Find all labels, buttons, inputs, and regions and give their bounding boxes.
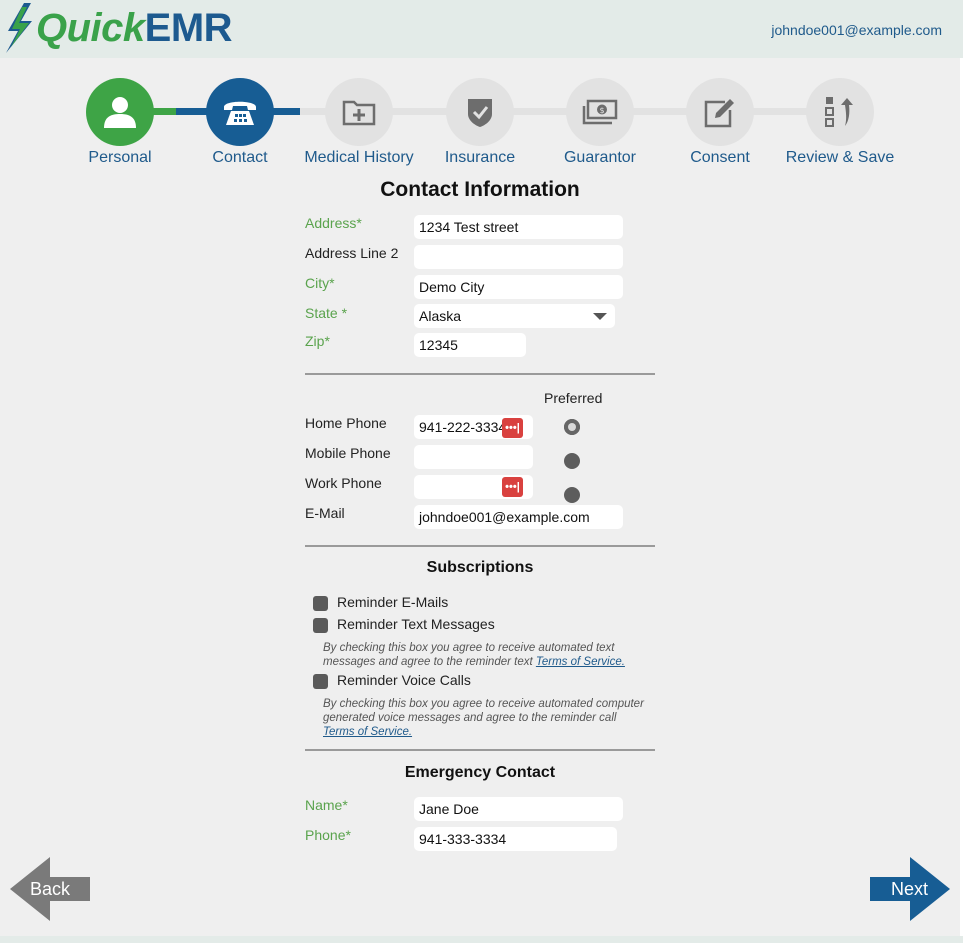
step-personal[interactable]: Personal (60, 78, 180, 167)
preferred-header: Preferred (544, 390, 603, 406)
edit-icon (704, 99, 734, 128)
app-header: Quick EMR johndoe001@example.com (0, 0, 963, 58)
back-label: Back (30, 879, 71, 899)
divider (305, 749, 655, 751)
step-review-save[interactable]: Review & Save (780, 78, 900, 167)
step-circle (325, 78, 393, 146)
svg-text:$: $ (599, 106, 604, 115)
work-phone-preferred-radio[interactable] (564, 487, 580, 503)
emergency-name-label: Name* (305, 797, 348, 813)
user-email[interactable]: johndoe001@example.com (771, 22, 942, 38)
state-label: State * (305, 305, 348, 321)
footer-strip (0, 936, 963, 943)
step-label: Consent (690, 149, 750, 166)
step-label: Review & Save (785, 149, 895, 166)
mobile-phone-label: Mobile Phone (305, 445, 391, 461)
next-button[interactable]: Next (870, 857, 950, 921)
emergency-phone-input[interactable]: 941-333-3334 (414, 827, 617, 851)
logo-emr-text: EMR (144, 6, 233, 50)
step-circle (446, 78, 514, 146)
user-icon (104, 97, 136, 128)
divider (305, 373, 655, 375)
zip-input[interactable]: 12345 (414, 333, 526, 357)
password-manager-icon[interactable]: •••| (502, 477, 523, 497)
money-icon: $ (582, 99, 618, 125)
step-circle (686, 78, 754, 146)
divider (305, 545, 655, 547)
lightning-icon (6, 3, 32, 53)
home-phone-label: Home Phone (305, 415, 387, 431)
step-label: Guarantor (563, 149, 637, 166)
reminder-voice-label: Reminder Voice Calls (337, 672, 471, 688)
quickemr-logo[interactable]: Quick EMR (4, 2, 233, 54)
step-consent[interactable]: Consent (660, 78, 780, 167)
address-line2-input[interactable] (414, 245, 623, 269)
address-input[interactable]: 1234 Test street (414, 215, 623, 239)
reminder-text-label: Reminder Text Messages (337, 616, 495, 632)
reminder-voice-checkbox[interactable] (313, 674, 328, 689)
step-guarantor[interactable]: $ Guarantor (540, 78, 660, 167)
shield-check-icon (468, 99, 492, 127)
step-contact[interactable]: Contact (180, 78, 300, 167)
emergency-name-input[interactable]: Jane Doe (414, 797, 623, 821)
back-button[interactable]: Back (10, 857, 90, 921)
step-label: Insurance (444, 149, 516, 166)
chevron-down-icon (593, 313, 607, 320)
voice-terms-link[interactable]: Terms of Service. (323, 726, 412, 738)
voice-terms-text: By checking this box you agree to receiv… (323, 698, 644, 724)
emergency-contact-title: Emergency Contact (404, 764, 556, 781)
text-terms-link[interactable]: Terms of Service. (536, 656, 625, 668)
logo-quick-text: Quick (36, 6, 145, 50)
state-select[interactable]: Alaska (414, 304, 615, 328)
step-label: Personal (88, 149, 152, 166)
zip-label: Zip* (305, 333, 330, 349)
email-label: E-Mail (305, 505, 345, 521)
city-input[interactable]: Demo City (414, 275, 623, 299)
step-label: Contact (212, 149, 268, 166)
address-line2-label: Address Line 2 (305, 245, 399, 261)
step-circle (806, 78, 874, 146)
mobile-phone-input[interactable] (414, 445, 533, 469)
voice-terms-notice: By checking this box you agree to receiv… (323, 697, 658, 739)
reminder-text-checkbox[interactable] (313, 618, 328, 633)
reminder-emails-label: Reminder E-Mails (337, 594, 449, 610)
step-circle: $ (566, 78, 634, 146)
email-input[interactable]: johndoe001@example.com (414, 505, 623, 529)
step-circle (86, 78, 154, 146)
emergency-phone-label: Phone* (305, 827, 351, 843)
telephone-icon (224, 101, 256, 125)
reminder-emails-checkbox[interactable] (313, 596, 328, 611)
step-medical-history[interactable]: Medical History (299, 78, 419, 167)
folder-plus-icon (342, 100, 376, 126)
review-icon (825, 97, 853, 127)
password-manager-icon[interactable]: •••| (502, 418, 523, 438)
page-title: Contact Information (380, 178, 580, 201)
step-insurance[interactable]: Insurance (420, 78, 540, 167)
home-phone-preferred-radio[interactable] (564, 419, 580, 435)
work-phone-label: Work Phone (305, 475, 382, 491)
address-label: Address* (305, 215, 362, 231)
text-terms-notice: By checking this box you agree to receiv… (323, 641, 658, 669)
step-label: Medical History (304, 149, 414, 166)
mobile-phone-preferred-radio[interactable] (564, 453, 580, 469)
next-label: Next (891, 879, 929, 899)
step-circle (206, 78, 274, 146)
state-value: Alaska (419, 308, 462, 324)
subscriptions-title: Subscriptions (426, 559, 534, 576)
city-label: City* (305, 275, 335, 291)
